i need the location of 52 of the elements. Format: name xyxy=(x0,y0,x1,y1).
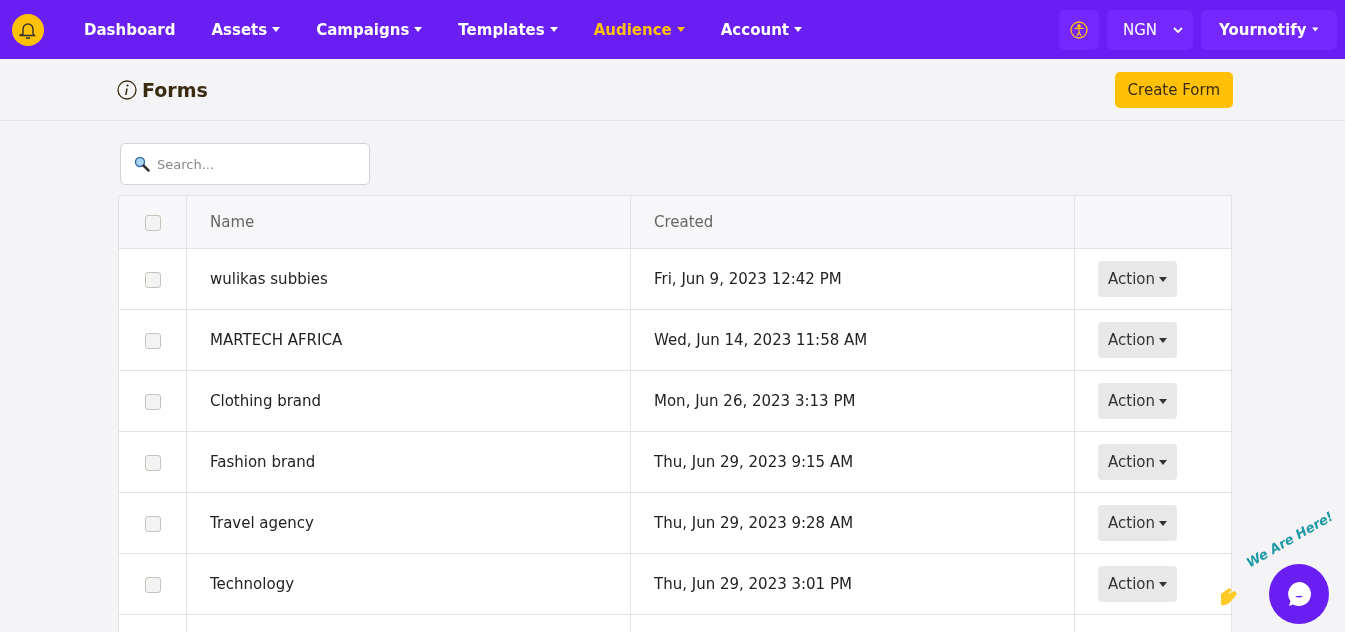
caret-icon xyxy=(1159,459,1167,465)
form-name-cell: MARTECH AFRICA xyxy=(186,309,631,371)
nav-link[interactable]: Dashboard xyxy=(66,20,194,39)
form-name-cell: wulikas subbies xyxy=(186,248,631,310)
nav-link[interactable]: Assets xyxy=(193,20,299,39)
caret-icon xyxy=(1159,398,1167,404)
chevron-down-icon xyxy=(1173,26,1183,33)
caret-icon xyxy=(1159,276,1167,282)
row-checkbox[interactable] xyxy=(144,454,161,471)
nav-link[interactable]: Campaigns xyxy=(298,20,441,39)
row-checkbox[interactable] xyxy=(144,515,161,532)
row-checkbox[interactable] xyxy=(144,332,161,349)
created-date-cell: Wed, Jun 14, 2023 11:58 AM xyxy=(630,309,1075,371)
chat-button[interactable] xyxy=(1269,564,1329,624)
form-name-cell: Technology xyxy=(186,553,631,615)
form-name-cell: Clothing brand xyxy=(186,370,631,432)
action-button[interactable]: Action xyxy=(1098,566,1177,602)
caret-icon xyxy=(1159,581,1167,587)
created-date-cell: Mon, Jun 26, 2023 3:13 PM xyxy=(630,370,1075,432)
currency-select[interactable]: NGN xyxy=(1106,9,1193,50)
action-button[interactable]: Action xyxy=(1098,322,1177,358)
caret-icon xyxy=(1159,520,1167,526)
form-name-cell: Fashion brand xyxy=(186,431,631,493)
created-date-cell: Thu, Jun 29, 2023 9:15 AM xyxy=(630,431,1075,493)
info-icon xyxy=(117,79,137,100)
nav-link[interactable]: Templates xyxy=(440,20,576,39)
created-date-cell: Fri, Jun 9, 2023 12:42 PM xyxy=(630,248,1075,310)
action-button[interactable]: Action xyxy=(1098,444,1177,480)
create-form-button[interactable]: Create Form xyxy=(1114,71,1233,108)
caret-icon xyxy=(1312,27,1319,32)
caret-icon xyxy=(1159,337,1167,343)
search-icon xyxy=(134,156,150,172)
row-checkbox[interactable] xyxy=(144,393,161,410)
action-button[interactable]: Action xyxy=(1098,505,1177,541)
created-date-cell: Thu, Jun 29, 2023 9:28 AM xyxy=(630,492,1075,554)
nav-link[interactable]: Account xyxy=(702,20,820,39)
account-menu[interactable]: Yournotify xyxy=(1201,9,1337,50)
bell-icon[interactable] xyxy=(12,13,44,46)
column-header: Name xyxy=(186,195,631,249)
action-button[interactable]: Action xyxy=(1098,383,1177,419)
accessibility-icon xyxy=(1069,20,1088,39)
row-checkbox[interactable] xyxy=(144,576,161,593)
nav-link[interactable]: Audience xyxy=(575,20,703,39)
search-field[interactable]: Search... xyxy=(120,143,370,185)
form-name-cell: Travel agency xyxy=(186,492,631,554)
row-checkbox[interactable] xyxy=(144,271,161,288)
created-date-cell: Thu, Jun 29, 2023 3:01 PM xyxy=(630,553,1075,615)
action-button[interactable]: Action xyxy=(1098,261,1177,297)
column-header: Created xyxy=(630,195,1075,249)
accessibility-button[interactable] xyxy=(1058,9,1099,50)
select-all-checkbox[interactable] xyxy=(144,214,161,231)
page-title: Forms xyxy=(142,78,208,101)
